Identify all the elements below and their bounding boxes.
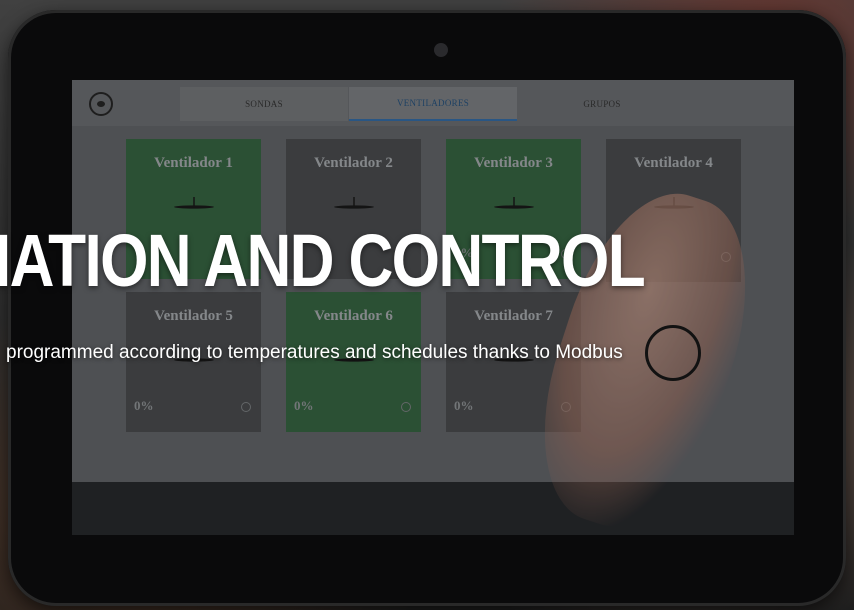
headline: IATION AND CONTROL bbox=[0, 219, 646, 302]
fan-percent: 0% bbox=[454, 398, 474, 413]
tab-sondas[interactable]: SONDAS bbox=[180, 87, 348, 121]
tab-grupos[interactable]: GRUPOS bbox=[518, 87, 686, 121]
touch-ring-icon bbox=[645, 325, 701, 381]
fan-name: Ventilador 3 bbox=[474, 155, 553, 171]
subheadline: programmed according to temperatures and… bbox=[6, 342, 623, 363]
footer-bar bbox=[72, 482, 794, 535]
fan-name: Ventilador 6 bbox=[314, 308, 393, 324]
camera-icon bbox=[434, 43, 448, 57]
fan-icon bbox=[173, 197, 214, 209]
status-indicator-icon bbox=[401, 402, 411, 412]
eye-icon[interactable] bbox=[89, 92, 113, 116]
status-indicator-icon bbox=[241, 402, 251, 412]
fan-name: Ventilador 5 bbox=[154, 308, 233, 324]
fan-icon bbox=[333, 197, 374, 209]
fan-name: Ventilador 1 bbox=[154, 155, 233, 171]
fan-icon bbox=[493, 197, 534, 209]
fan-name: Ventilador 7 bbox=[474, 308, 553, 324]
fan-name: Ventilador 4 bbox=[634, 155, 713, 171]
tab-ventiladores[interactable]: VENTILADORES bbox=[349, 87, 517, 121]
fan-percent: 0% bbox=[294, 398, 314, 413]
fan-name: Ventilador 2 bbox=[314, 155, 393, 171]
fan-percent: 0% bbox=[134, 398, 154, 413]
tab-bar: SONDAS VENTILADORES GRUPOS bbox=[72, 80, 794, 126]
